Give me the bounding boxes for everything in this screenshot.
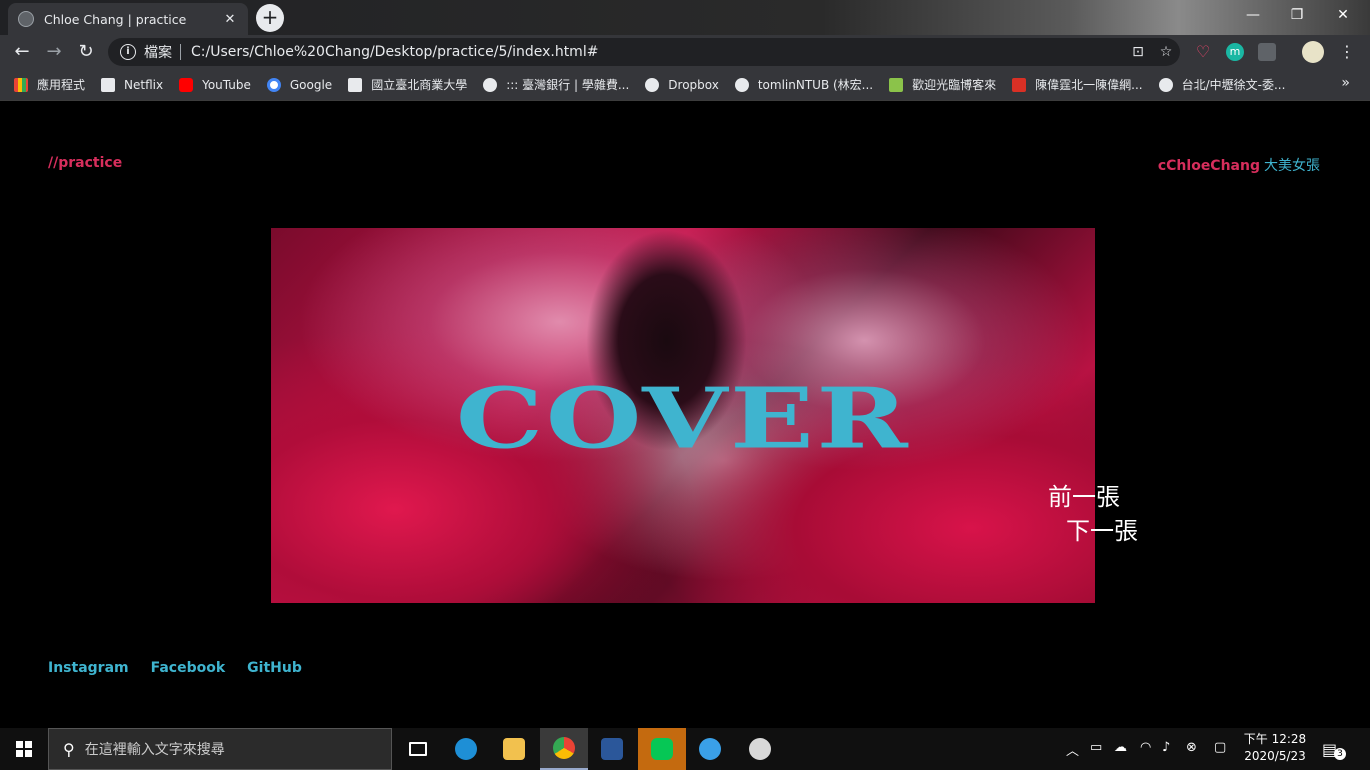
- back-button[interactable]: ←: [10, 40, 34, 64]
- task-view-icon: [409, 742, 427, 756]
- url-text[interactable]: C:/Users/Chloe%20Chang/Desktop/practice/…: [191, 44, 1124, 60]
- paint-taskbar-button[interactable]: [736, 728, 784, 770]
- bookmarks-bar: 應用程式 Netflix YouTube Google 國立臺北商業大學 :::…: [0, 69, 1370, 101]
- restore-button[interactable]: ❐: [1274, 0, 1320, 30]
- instagram-link[interactable]: Instagram: [48, 660, 129, 676]
- bookmark-github[interactable]: tomlinNTUB (林宏...: [734, 76, 873, 93]
- books-icon: [889, 77, 904, 92]
- chrome-taskbar-button[interactable]: [540, 728, 588, 770]
- volume-icon[interactable]: ♪: [1162, 740, 1170, 755]
- bookmark-apps[interactable]: 應用程式: [14, 76, 85, 93]
- globe-icon: [1158, 77, 1173, 92]
- line-icon: [651, 738, 673, 760]
- tab-close-icon[interactable]: ✕: [222, 12, 238, 27]
- bookmark-ntub[interactable]: 國立臺北商業大學: [348, 76, 467, 93]
- youtube-icon: [179, 77, 194, 92]
- start-button[interactable]: [0, 728, 48, 770]
- battery-icon[interactable]: ▭: [1090, 740, 1102, 755]
- author-info: cChloeChang 大美女張: [1158, 155, 1320, 175]
- tab-title: Chloe Chang | practice: [44, 11, 187, 27]
- github-icon: [734, 77, 749, 92]
- edge-taskbar-button[interactable]: [442, 728, 490, 770]
- word-taskbar-button[interactable]: [588, 728, 636, 770]
- globe-icon: [483, 77, 498, 92]
- globe-icon: [645, 77, 660, 92]
- minimize-button[interactable]: —: [1230, 0, 1276, 30]
- address-bar[interactable]: i 檔案 C:/Users/Chloe%20Chang/Desktop/prac…: [108, 38, 1180, 66]
- ime-icon[interactable]: ▢: [1214, 740, 1226, 755]
- task-view-button[interactable]: [394, 728, 442, 770]
- author-name: cChloeChang: [1157, 158, 1260, 174]
- taskbar-search-box[interactable]: ⚲ 在這裡輸入文字來搜尋: [48, 728, 392, 770]
- chrome-icon: [553, 737, 575, 759]
- search-placeholder: 在這裡輸入文字來搜尋: [84, 742, 225, 758]
- window-close-button[interactable]: ✕: [1320, 0, 1366, 30]
- notification-count-badge: 3: [1334, 748, 1346, 760]
- reload-button[interactable]: ↻: [74, 40, 98, 64]
- page-favicon-icon: [18, 11, 34, 27]
- web-page: //practice cChloeChang 大美女張 COVER 前一張 下一張…: [0, 102, 1370, 728]
- translate-icon[interactable]: ⊡: [1124, 44, 1152, 60]
- app-taskbar-button[interactable]: [686, 728, 734, 770]
- new-tab-button[interactable]: +: [256, 4, 284, 32]
- line-taskbar-button[interactable]: [638, 728, 686, 770]
- facebook-link[interactable]: Facebook: [151, 660, 226, 676]
- wifi-icon[interactable]: ◠: [1140, 740, 1151, 755]
- netflix-icon: [101, 77, 116, 92]
- show-hidden-icons-icon[interactable]: ︿: [1066, 740, 1079, 759]
- explorer-taskbar-button[interactable]: [490, 728, 538, 770]
- search-icon: ⚲: [63, 739, 75, 759]
- site-info-icon[interactable]: i: [120, 44, 136, 60]
- google-icon: [266, 77, 281, 92]
- profile-avatar[interactable]: [1302, 41, 1324, 63]
- bookmark-bank[interactable]: ::: 臺灣銀行 | 學雜費...: [483, 76, 629, 93]
- forward-button[interactable]: →: [42, 40, 66, 64]
- bookmark-taipei[interactable]: 台北/中壢徐文-委...: [1158, 76, 1285, 93]
- scheme-label: 檔案: [144, 45, 172, 61]
- bookmarks-overflow-icon[interactable]: »: [1341, 75, 1350, 91]
- browser-toolbar: ← → ↻ i 檔案 C:/Users/Chloe%20Chang/Deskto…: [0, 35, 1370, 69]
- site-brand[interactable]: //practice: [48, 155, 122, 171]
- windows-taskbar: ⚲ 在這裡輸入文字來搜尋 ︿ ▭ ☁ ◠ ♪ ⊗ ▢ 下午 12:28 2020…: [0, 728, 1370, 770]
- bookmark-books[interactable]: 歡迎光臨博客來: [889, 76, 996, 93]
- bookmark-google[interactable]: Google: [266, 77, 332, 92]
- bookmark-star-icon[interactable]: ☆: [1152, 44, 1180, 60]
- omnibox-divider: [180, 44, 181, 60]
- taskbar-clock[interactable]: 下午 12:28 2020/5/23: [1240, 731, 1310, 765]
- hero-title: COVER: [455, 368, 911, 468]
- heart-extension-icon[interactable]: ♡: [1194, 43, 1212, 61]
- social-links: Instagram Facebook GitHub: [48, 660, 324, 676]
- bookmark-chen[interactable]: 陳偉霆北一陳偉網...: [1012, 76, 1143, 93]
- school-icon: [348, 77, 363, 92]
- browser-tab-strip: Chloe Chang | practice ✕ + — ❐ ✕: [0, 0, 1370, 35]
- m-extension-icon[interactable]: m: [1226, 43, 1244, 61]
- edge-icon: [455, 738, 477, 760]
- browser-tab[interactable]: Chloe Chang | practice ✕: [8, 3, 248, 35]
- clock-time: 下午 12:28: [1243, 732, 1307, 746]
- folder-icon: [503, 738, 525, 760]
- github-link[interactable]: GitHub: [247, 660, 302, 676]
- hero-cover-image: COVER: [271, 228, 1095, 603]
- status-x-icon[interactable]: ⊗: [1186, 740, 1197, 755]
- menu-kebab-icon[interactable]: ⋮: [1338, 43, 1356, 61]
- pen-app-icon: [699, 738, 721, 760]
- bookmark-dropbox[interactable]: Dropbox: [645, 77, 719, 92]
- bookmark-youtube[interactable]: YouTube: [179, 77, 251, 92]
- apps-grid-icon: [14, 77, 28, 92]
- bookmark-icon: [1012, 77, 1027, 92]
- clock-date: 2020/5/23: [1244, 749, 1306, 763]
- author-nickname: 大美女張: [1264, 158, 1320, 174]
- bookmark-netflix[interactable]: Netflix: [101, 77, 163, 92]
- onedrive-icon[interactable]: ☁: [1114, 740, 1127, 755]
- extension-icon[interactable]: [1258, 43, 1276, 61]
- word-icon: [601, 738, 623, 760]
- windows-logo-icon: [16, 741, 32, 757]
- next-slide-link[interactable]: 下一張: [1066, 511, 1138, 546]
- previous-slide-link[interactable]: 前一張: [1048, 477, 1120, 512]
- paint-icon: [749, 738, 771, 760]
